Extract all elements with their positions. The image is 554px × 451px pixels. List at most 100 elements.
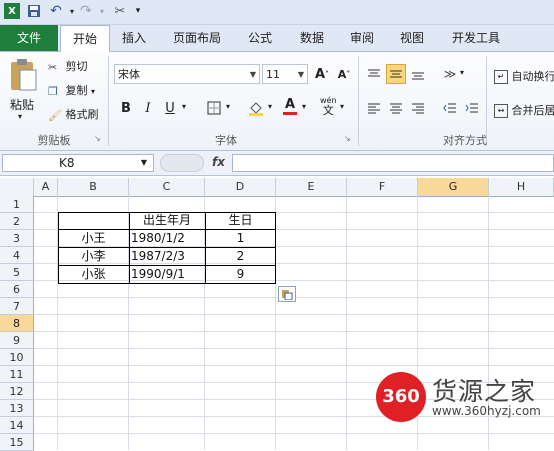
grid-line <box>346 196 347 450</box>
tab-file[interactable]: 文件 <box>0 25 58 51</box>
row-header[interactable]: 13 <box>0 400 34 417</box>
tab-data[interactable]: 数据 <box>290 25 334 51</box>
row-header[interactable]: 5 <box>0 264 34 281</box>
row-header-selected[interactable]: 8 <box>0 315 34 332</box>
row-header[interactable]: 3 <box>0 230 34 247</box>
cut-button[interactable]: ✂ 剪切 <box>48 58 88 74</box>
shrink-font-button[interactable]: A˅ <box>334 64 354 84</box>
font-name-select[interactable]: 宋体 ▼ <box>114 64 260 84</box>
tab-page-layout[interactable]: 页面布局 <box>166 25 228 51</box>
paste-button[interactable]: 粘贴 <box>10 96 34 113</box>
save-icon[interactable] <box>26 3 42 19</box>
shrink-font-arrow-icon: ˅ <box>346 70 350 79</box>
font-size-dropdown-icon: ▼ <box>298 65 304 85</box>
fill-color-icon[interactable] <box>246 98 266 118</box>
font-launcher-icon[interactable]: ↘ <box>344 134 351 143</box>
underline-dropdown-icon[interactable]: ▾ <box>182 102 186 111</box>
customize-icon[interactable]: ▾ <box>130 3 146 19</box>
row-header[interactable]: 15 <box>0 434 34 451</box>
tab-view[interactable]: 视图 <box>392 25 432 51</box>
quick-access-toolbar: X ↶ ▾ ↷ ▾ ✂ ▾ <box>0 0 554 25</box>
align-top-icon[interactable] <box>364 64 384 84</box>
grow-font-button[interactable]: A˄ <box>312 64 332 84</box>
table-header-cell[interactable]: 出生年月 <box>129 211 205 230</box>
row-header[interactable]: 1 <box>0 196 34 213</box>
font-size-select[interactable]: 11 ▼ <box>262 64 308 84</box>
watermark-logo: 360 <box>376 372 426 422</box>
row-header[interactable]: 2 <box>0 213 34 230</box>
table-cell[interactable]: 小张 <box>58 265 129 284</box>
copy-button[interactable]: ❐ 复制 ▾ <box>48 82 95 98</box>
row-header[interactable]: 4 <box>0 247 34 264</box>
phonetic-dropdown-icon[interactable]: ▾ <box>340 102 344 111</box>
ribbon-tabs: 文件 开始 插入 页面布局 公式 数据 审阅 视图 开发工具 <box>0 25 554 52</box>
name-box[interactable]: K8 ▼ <box>2 154 154 172</box>
row-header[interactable]: 14 <box>0 417 34 434</box>
row-header[interactable]: 11 <box>0 366 34 383</box>
column-header-selected[interactable]: G <box>418 178 489 196</box>
italic-button[interactable]: I <box>138 98 158 118</box>
row-header[interactable]: 10 <box>0 349 34 366</box>
paste-dropdown-icon[interactable]: ▾ <box>18 112 22 121</box>
clipboard-launcher-icon[interactable]: ↘ <box>94 134 101 143</box>
tab-home[interactable]: 开始 <box>60 25 110 52</box>
fx-icon[interactable]: fx <box>212 155 225 169</box>
increase-indent-icon[interactable] <box>462 98 482 118</box>
excel-icon[interactable]: X <box>4 3 20 19</box>
format-painter-button[interactable]: 🖌 格式刷 <box>48 106 99 122</box>
align-center-icon[interactable] <box>386 98 406 118</box>
table-header-cell[interactable]: 生日 <box>205 211 276 230</box>
borders-icon[interactable] <box>204 98 224 118</box>
select-all-corner[interactable] <box>0 178 34 196</box>
orientation-icon[interactable]: ≫ <box>440 64 460 84</box>
watermark-url: www.360hyzj.com <box>432 404 541 418</box>
bold-button[interactable]: B <box>116 98 136 118</box>
column-header[interactable]: A <box>34 178 58 196</box>
tab-insert[interactable]: 插入 <box>114 25 154 51</box>
table-cell[interactable]: 1987/2/3 <box>131 247 205 266</box>
grid-line <box>34 331 554 332</box>
column-header[interactable]: H <box>489 178 554 196</box>
table-cell[interactable]: 小王 <box>58 229 129 248</box>
column-header[interactable]: B <box>58 178 129 196</box>
underline-button[interactable]: U <box>160 98 180 118</box>
table-cell[interactable]: 2 <box>205 247 276 266</box>
font-color-dropdown-icon[interactable]: ▾ <box>302 102 306 111</box>
tab-review[interactable]: 审阅 <box>342 25 382 51</box>
tools-icon[interactable]: ✂ <box>112 3 128 19</box>
paste-options-icon[interactable] <box>278 286 296 302</box>
formula-input[interactable] <box>232 154 554 172</box>
phonetic-icon[interactable]: wén 文 <box>320 96 337 117</box>
paste-icon[interactable] <box>6 56 40 94</box>
redo-icon[interactable]: ↷ <box>78 3 94 19</box>
decrease-indent-icon[interactable] <box>440 98 460 118</box>
fill-color-dropdown-icon[interactable]: ▾ <box>268 102 272 111</box>
merge-center-button[interactable]: ↔ 合并后居 <box>494 102 554 118</box>
align-left-icon[interactable] <box>364 98 384 118</box>
table-cell[interactable]: 1980/1/2 <box>131 229 205 248</box>
row-header[interactable]: 9 <box>0 332 34 349</box>
borders-dropdown-icon[interactable]: ▾ <box>226 102 230 111</box>
row-header[interactable]: 12 <box>0 383 34 400</box>
formula-bar-divider[interactable] <box>160 154 204 172</box>
align-middle-icon[interactable] <box>386 64 406 84</box>
row-header[interactable]: 7 <box>0 298 34 315</box>
column-header[interactable]: E <box>276 178 347 196</box>
column-header[interactable]: F <box>347 178 418 196</box>
column-header[interactable]: D <box>205 178 276 196</box>
table-cell[interactable]: 9 <box>205 265 276 284</box>
table-cell[interactable]: 小李 <box>58 247 129 266</box>
align-right-icon[interactable] <box>408 98 428 118</box>
font-color-icon[interactable]: A <box>280 96 300 116</box>
redo-dropdown-icon[interactable]: ▾ <box>94 3 110 19</box>
tab-formulas[interactable]: 公式 <box>240 25 280 51</box>
align-bottom-icon[interactable] <box>408 64 428 84</box>
row-header[interactable]: 6 <box>0 281 34 298</box>
column-header[interactable]: C <box>129 178 205 196</box>
wrap-text-button[interactable]: ↵ 自动换行 <box>494 68 554 84</box>
table-cell[interactable]: 1 <box>205 229 276 248</box>
table-cell[interactable]: 1990/9/1 <box>131 265 205 284</box>
undo-icon[interactable]: ↶ <box>48 3 64 19</box>
orientation-dropdown-icon[interactable]: ▾ <box>460 68 464 77</box>
tab-developer[interactable]: 开发工具 <box>444 25 508 51</box>
